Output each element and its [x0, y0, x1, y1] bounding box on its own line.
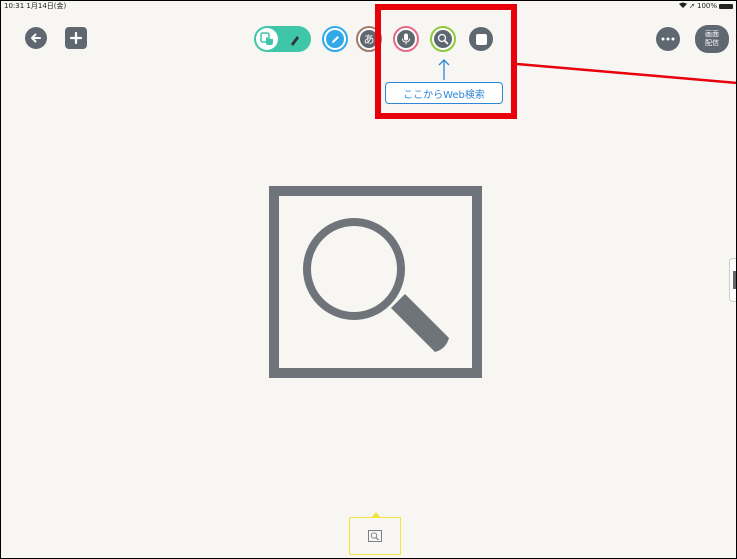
stream-label-line2: 配信: [705, 39, 719, 47]
stream-label-line1: 画面: [705, 30, 719, 38]
side-panel-handle[interactable]: [729, 258, 736, 302]
web-search-tooltip: ここからWeb検索: [385, 82, 503, 104]
annotation-pointer-line: [516, 62, 736, 85]
screen-stream-button[interactable]: 画面 配信: [695, 25, 729, 53]
more-button[interactable]: [656, 27, 680, 51]
page-thumbnail[interactable]: [349, 517, 401, 555]
search-card-thumbnail-icon: [368, 530, 382, 542]
web-search-card-icon: [269, 186, 482, 378]
more-dots-icon: [661, 37, 675, 41]
arrow-up-icon: [438, 59, 450, 80]
app-frame: 10:31 1月14日(金) ➚ 100% あ ここからWeb検索 画面 配信: [0, 0, 737, 559]
annotation-lines: [438, 59, 736, 85]
